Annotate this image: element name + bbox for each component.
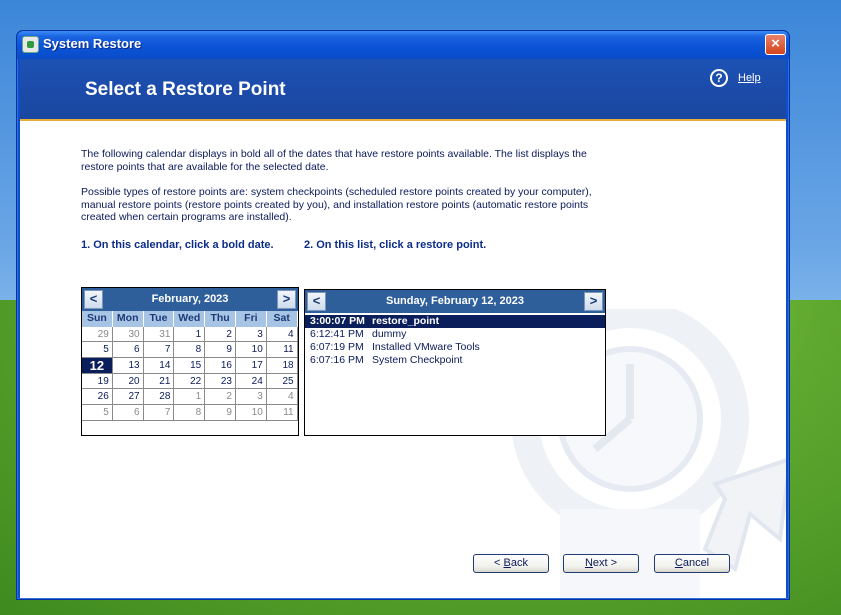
calendar-weekday-header: Sun xyxy=(82,311,113,327)
help-link[interactable]: Help xyxy=(738,72,761,84)
restore-point-time: 3:00:07 PM xyxy=(310,315,365,327)
calendar-weekday-header: Mon xyxy=(112,311,144,327)
step2-label: 2. On this list, click a restore point. xyxy=(304,239,487,251)
calendar-grid: Sun Mon Tue Wed Thu Fri Sat 29 30 31 1 2 3 4 5 6 7 8 9 10 11… xyxy=(82,311,298,421)
calendar-day-cell[interactable]: 17 xyxy=(235,358,267,374)
calendar-day-cell[interactable]: 8 xyxy=(174,405,206,421)
calendar: < February, 2023 > Sun Mon Tue Wed Thu Fri Sat… xyxy=(81,287,299,436)
calendar-day-cell[interactable]: 10 xyxy=(235,405,267,421)
calendar-day-cell[interactable]: 13 xyxy=(112,358,144,374)
calendar-day-cell[interactable]: 1 xyxy=(174,389,206,406)
calendar-day-cell[interactable]: 27 xyxy=(112,389,144,406)
restore-point-list: < Sunday, February 12, 2023 > 3:00:07 PM… xyxy=(304,289,606,436)
calendar-day-cell[interactable]: 24 xyxy=(235,373,267,390)
calendar-day-cell[interactable]: 12 xyxy=(82,358,113,374)
restore-point-item[interactable]: 6:07:16 PM System Checkpoint xyxy=(305,354,605,367)
calendar-day-cell[interactable]: 18 xyxy=(266,358,298,374)
calendar-day-cell[interactable]: 10 xyxy=(235,342,267,359)
close-button[interactable]: × xyxy=(765,34,786,55)
restore-list-next-day-button[interactable]: > xyxy=(584,292,603,311)
calendar-day-cell[interactable]: 23 xyxy=(205,373,236,390)
restore-point-time: 6:07:16 PM xyxy=(310,354,364,366)
restore-point-item[interactable]: 6:12:41 PM dummy xyxy=(305,328,605,341)
next-button-mnemonic: N xyxy=(584,557,593,569)
wizard-content: Select a Restore Point ? Help The follow… xyxy=(20,59,786,598)
calendar-day-cell[interactable]: 31 xyxy=(143,326,175,343)
calendar-day-cell[interactable]: 8 xyxy=(174,342,206,359)
calendar-day-cell[interactable]: 26 xyxy=(82,389,113,406)
calendar-day-cell[interactable]: 7 xyxy=(143,405,175,421)
calendar-next-month-button[interactable]: > xyxy=(277,290,296,309)
cancel-button[interactable]: Cancel xyxy=(654,554,730,573)
calendar-day-cell[interactable]: 2 xyxy=(205,326,236,343)
calendar-month-label: February, 2023 xyxy=(151,293,229,305)
intro-paragraph-2: Possible types of restore points are: sy… xyxy=(81,186,592,223)
help-icon[interactable]: ? xyxy=(710,69,728,87)
page-title: Select a Restore Point xyxy=(85,79,286,100)
calendar-day-cell[interactable]: 20 xyxy=(112,373,144,390)
calendar-day-cell[interactable]: 2 xyxy=(205,389,236,406)
restore-point-name: Installed VMware Tools xyxy=(372,341,480,353)
intro-paragraph-1: The following calendar displays in bold … xyxy=(81,148,587,173)
calendar-day-cell[interactable]: 3 xyxy=(235,326,267,343)
calendar-weekday-header: Tue xyxy=(143,311,175,327)
calendar-day-cell[interactable]: 9 xyxy=(205,405,236,421)
calendar-header: < February, 2023 > xyxy=(82,288,298,311)
back-button-mnemonic: B xyxy=(503,557,511,569)
calendar-day-cell[interactable]: 15 xyxy=(174,358,206,374)
restore-point-time: 6:12:41 PM xyxy=(310,328,364,340)
calendar-day-cell[interactable]: 4 xyxy=(266,326,298,343)
cancel-button-mnemonic: C xyxy=(674,557,683,569)
restore-point-time: 6:07:19 PM xyxy=(310,341,364,353)
next-button-label-post: ext > xyxy=(592,557,618,569)
back-button-label-pre: < xyxy=(494,557,504,569)
system-restore-icon xyxy=(22,36,39,53)
calendar-day-cell[interactable]: 3 xyxy=(235,389,267,406)
calendar-day-cell[interactable]: 30 xyxy=(112,326,144,343)
restore-point-items: 3:00:07 PM restore_point 6:12:41 PM dummy 6:… xyxy=(305,315,605,367)
step1-label: 1. On this calendar, click a bold date. xyxy=(81,239,274,251)
restore-list-prev-day-button[interactable]: < xyxy=(307,292,326,311)
window-title: System Restore xyxy=(43,36,142,51)
calendar-day-cell[interactable]: 22 xyxy=(174,373,206,390)
calendar-day-cell[interactable]: 11 xyxy=(266,405,298,421)
restore-point-item[interactable]: 6:07:19 PM Installed VMware Tools xyxy=(305,341,605,354)
calendar-day-cell[interactable]: 14 xyxy=(143,358,175,374)
back-button[interactable]: < Back xyxy=(473,554,549,573)
system-restore-window: System Restore × Select a Restore Point … xyxy=(16,30,790,600)
restore-point-name: restore_point xyxy=(372,315,440,327)
calendar-day-cell[interactable]: 19 xyxy=(82,373,113,390)
calendar-day-cell[interactable]: 25 xyxy=(266,373,298,390)
back-button-label-post: ack xyxy=(510,557,528,569)
calendar-day-cell[interactable]: 1 xyxy=(174,326,206,343)
calendar-weekday-header: Thu xyxy=(205,311,236,327)
calendar-weekday-header: Sat xyxy=(266,311,298,327)
restore-list-header: < Sunday, February 12, 2023 > xyxy=(305,290,605,313)
calendar-day-cell[interactable]: 9 xyxy=(205,342,236,359)
calendar-day-cell[interactable]: 29 xyxy=(82,326,113,343)
calendar-day-cell[interactable]: 4 xyxy=(266,389,298,406)
cancel-button-label-post: ancel xyxy=(682,557,710,569)
next-button[interactable]: Next > xyxy=(563,554,639,573)
calendar-prev-month-button[interactable]: < xyxy=(84,290,103,309)
calendar-day-cell[interactable]: 5 xyxy=(82,405,113,421)
title-bar[interactable]: System Restore × xyxy=(17,31,789,59)
restore-list-date: Sunday, February 12, 2023 xyxy=(386,295,524,307)
calendar-day-cell[interactable]: 21 xyxy=(143,373,175,390)
calendar-day-cell[interactable]: 16 xyxy=(205,358,236,374)
calendar-day-cell[interactable]: 6 xyxy=(112,342,144,359)
calendar-day-cell[interactable]: 11 xyxy=(266,342,298,359)
calendar-weekday-header: Wed xyxy=(174,311,206,327)
calendar-day-cell[interactable]: 5 xyxy=(82,342,113,359)
restore-point-item[interactable]: 3:00:07 PM restore_point xyxy=(305,315,605,328)
restore-point-name: System Checkpoint xyxy=(372,354,463,366)
wizard-header: Select a Restore Point ? Help xyxy=(20,59,786,121)
restore-point-name: dummy xyxy=(372,328,407,340)
calendar-day-cell[interactable]: 7 xyxy=(143,342,175,359)
calendar-weekday-header: Fri xyxy=(235,311,267,327)
calendar-day-cell[interactable]: 6 xyxy=(112,405,144,421)
calendar-day-cell[interactable]: 28 xyxy=(143,389,175,406)
